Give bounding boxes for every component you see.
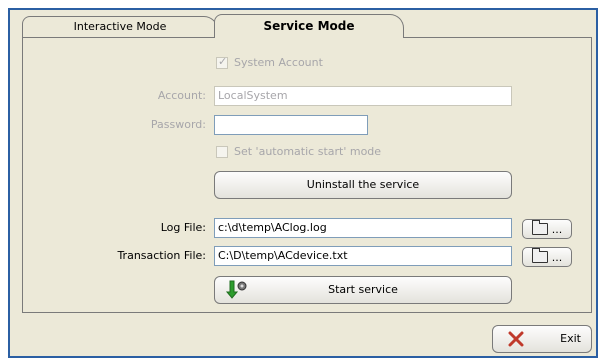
- browse-label: ...: [551, 222, 563, 236]
- transaction-file-field[interactable]: C:\D\temp\ACdevice.txt: [214, 246, 512, 266]
- browse-label: ...: [551, 250, 563, 264]
- exit-label: Exit: [560, 332, 581, 345]
- system-account-label: System Account: [234, 56, 323, 69]
- automatic-start-checkbox[interactable]: Set 'automatic start' mode: [216, 145, 381, 158]
- exit-button[interactable]: Exit: [492, 325, 592, 353]
- password-field[interactable]: [214, 115, 368, 135]
- uninstall-service-button[interactable]: Uninstall the service: [214, 171, 512, 199]
- transaction-file-browse-button[interactable]: ...: [522, 247, 572, 267]
- exit-x-icon: [507, 330, 525, 358]
- log-file-browse-button[interactable]: ...: [522, 219, 572, 239]
- checkbox-tick-icon: ✓: [218, 54, 228, 68]
- tab-interactive-mode[interactable]: Interactive Mode: [22, 16, 218, 38]
- log-file-field[interactable]: c:\d\temp\AClog.log: [214, 218, 512, 238]
- transaction-file-label: Transaction File:: [117, 249, 206, 262]
- password-label: Password:: [150, 118, 206, 131]
- log-file-label: Log File:: [160, 221, 206, 234]
- checkbox-box: ✓: [216, 54, 228, 69]
- account-field[interactable]: LocalSystem: [214, 86, 512, 106]
- account-label: Account:: [157, 89, 206, 102]
- tab-service-mode[interactable]: Service Mode: [214, 14, 404, 38]
- automatic-start-label: Set 'automatic start' mode: [234, 145, 382, 158]
- start-service-label: Start service: [328, 283, 398, 296]
- checkbox-box: [216, 145, 228, 158]
- start-service-button[interactable]: Start service: [214, 276, 512, 304]
- start-service-icon: [225, 280, 249, 300]
- folder-icon: [531, 248, 548, 263]
- uninstall-service-label: Uninstall the service: [306, 178, 420, 191]
- system-account-checkbox[interactable]: ✓ System Account: [216, 54, 323, 69]
- folder-icon: [531, 220, 548, 235]
